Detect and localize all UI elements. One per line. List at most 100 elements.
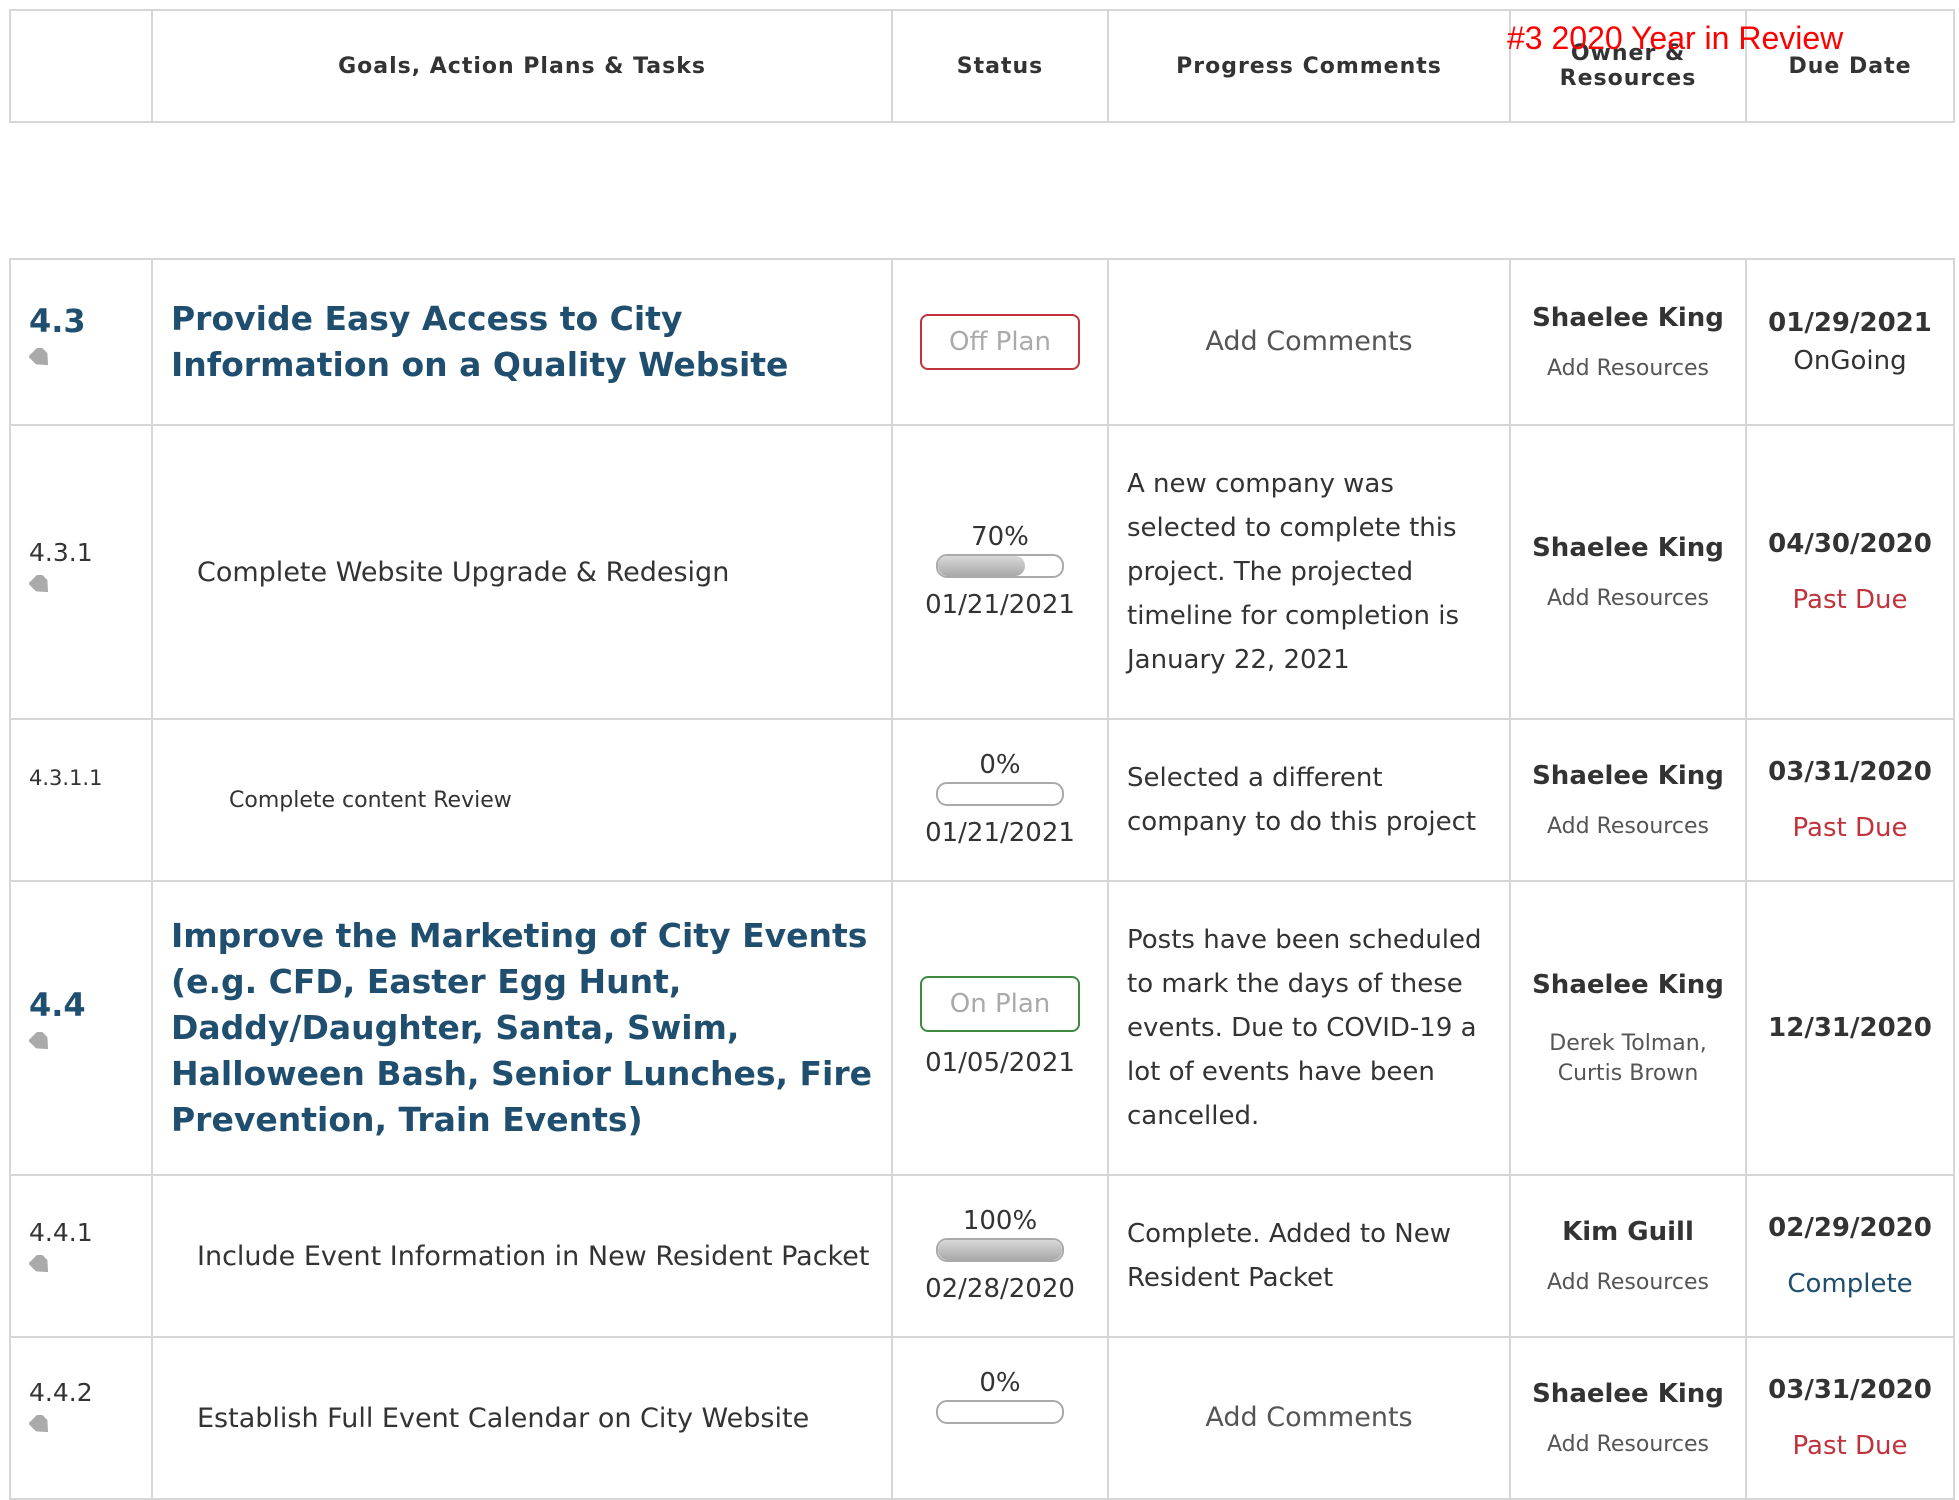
owner-cell: Shaelee King Add Resources — [1509, 718, 1747, 882]
tag-icon[interactable] — [29, 1032, 51, 1050]
add-resources-link[interactable]: Add Resources — [1511, 354, 1745, 384]
overlay-title: #3 2020 Year in Review — [1507, 20, 1844, 56]
item-number-cell: 4.3.1 — [9, 424, 153, 720]
add-resources-link[interactable]: Add Resources — [1511, 812, 1745, 842]
due-status: Past Due — [1792, 585, 1908, 615]
tag-icon[interactable] — [29, 1255, 51, 1273]
tag-icon[interactable] — [29, 575, 51, 593]
header-goals[interactable]: Goals, Action Plans & Tasks — [151, 9, 893, 123]
due-cell: 01/29/2021 OnGoing — [1745, 258, 1955, 426]
owner-name[interactable]: Shaelee King — [1511, 300, 1745, 336]
due-date[interactable]: 04/30/2020 — [1747, 526, 1953, 562]
status-cell: Off Plan — [891, 258, 1109, 426]
item-number: 4.4.2 — [29, 1378, 93, 1407]
progress-percent: 0% — [979, 1368, 1021, 1398]
progress-bar[interactable] — [936, 1400, 1064, 1424]
status-date: 01/05/2021 — [925, 1048, 1075, 1078]
owner-name[interactable]: Shaelee King — [1511, 967, 1745, 1003]
owner-cell: Shaelee King Derek Tolman, Curtis Brown — [1509, 880, 1747, 1176]
owner-name[interactable]: Shaelee King — [1511, 1376, 1745, 1412]
status-date: 01/21/2021 — [925, 818, 1075, 848]
progress-comment[interactable]: A new company was selected to complete t… — [1107, 424, 1511, 720]
resources-list[interactable]: Derek Tolman, Curtis Brown — [1511, 1029, 1745, 1089]
owner-cell: Shaelee King Add Resources — [1509, 258, 1747, 426]
item-number: 4.4 — [29, 986, 86, 1024]
status-cell: 0% — [891, 1336, 1109, 1500]
header-progress-comments[interactable]: Progress Comments — [1107, 9, 1511, 123]
task-title[interactable]: Include Event Information in New Residen… — [151, 1174, 893, 1338]
add-resources-link[interactable]: Add Resources — [1511, 1268, 1745, 1298]
add-resources-link[interactable]: Add Resources — [1511, 1430, 1745, 1460]
due-cell: 03/31/2020 Past Due — [1745, 718, 1955, 882]
status-date: 01/21/2021 — [925, 590, 1075, 620]
header-number-cell — [9, 9, 153, 123]
due-status: OnGoing — [1793, 346, 1907, 376]
due-status: Complete — [1787, 1269, 1913, 1299]
owner-name[interactable]: Shaelee King — [1511, 758, 1745, 794]
progress-comment[interactable]: Posts have been scheduled to mark the da… — [1107, 880, 1511, 1176]
due-date[interactable]: 03/31/2020 — [1747, 1372, 1953, 1408]
due-status: Past Due — [1792, 1431, 1908, 1461]
progress-fill — [938, 1240, 1062, 1260]
status-date: 02/28/2020 — [925, 1274, 1075, 1304]
progress-bar[interactable] — [936, 1238, 1064, 1262]
goal-row: 4.3 Provide Easy Access to City Informat… — [9, 258, 1955, 426]
due-cell: 02/29/2020 Complete — [1745, 1174, 1955, 1338]
item-number: 4.3.1.1 — [29, 766, 103, 790]
progress-comment[interactable]: Complete. Added to New Resident Packet — [1107, 1174, 1511, 1338]
due-date[interactable]: 01/29/2021 — [1747, 305, 1953, 341]
owner-cell: Shaelee King Add Resources — [1509, 424, 1747, 720]
tag-icon[interactable] — [29, 1415, 51, 1433]
goal-title[interactable]: Improve the Marketing of City Events (e.… — [151, 880, 893, 1176]
item-number-cell: 4.4.1 — [9, 1174, 153, 1338]
progress-percent: 70% — [971, 522, 1029, 552]
progress-comment[interactable]: Selected a different company to do this … — [1107, 718, 1511, 882]
due-cell: 03/31/2020 Past Due — [1745, 1336, 1955, 1500]
owner-cell: Kim Guill Add Resources — [1509, 1174, 1747, 1338]
due-cell: 04/30/2020 Past Due — [1745, 424, 1955, 720]
progress-percent: 100% — [962, 1206, 1038, 1236]
subtask-title[interactable]: Complete content Review — [151, 718, 893, 882]
due-cell: 12/31/2020 — [1745, 880, 1955, 1176]
header-owner-line2: Resources — [1559, 66, 1697, 91]
status-date-empty — [893, 1434, 1107, 1468]
goal-row: 4.4 Improve the Marketing of City Events… — [9, 880, 1955, 1176]
plan-table: 4.3 Provide Easy Access to City Informat… — [9, 258, 1955, 1500]
progress-percent: 0% — [979, 750, 1021, 780]
task-title[interactable]: Complete Website Upgrade & Redesign — [151, 424, 893, 720]
on-plan-badge[interactable]: On Plan — [920, 976, 1080, 1032]
off-plan-badge[interactable]: Off Plan — [920, 314, 1080, 370]
item-number: 4.4.1 — [29, 1218, 93, 1247]
add-comments-link[interactable]: Add Comments — [1107, 1336, 1511, 1500]
due-status: Past Due — [1792, 813, 1908, 843]
due-date[interactable]: 02/29/2020 — [1747, 1210, 1953, 1246]
status-cell: On Plan 01/05/2021 — [891, 880, 1109, 1176]
task-row: 4.4.1 Include Event Information in New R… — [9, 1174, 1955, 1338]
owner-name[interactable]: Kim Guill — [1511, 1214, 1745, 1250]
owner-name[interactable]: Shaelee King — [1511, 530, 1745, 566]
progress-fill — [938, 556, 1025, 576]
item-number-cell: 4.4 — [9, 880, 153, 1176]
add-comments-link[interactable]: Add Comments — [1107, 258, 1511, 426]
progress-bar[interactable] — [936, 554, 1064, 578]
goal-title[interactable]: Provide Easy Access to City Information … — [151, 258, 893, 426]
status-cell: 0% 01/21/2021 — [891, 718, 1109, 882]
item-number-cell: 4.3.1.1 — [9, 718, 153, 882]
tag-icon[interactable] — [29, 348, 51, 366]
task-row: 4.3.1 Complete Website Upgrade & Redesig… — [9, 424, 1955, 720]
task-row: 4.4.2 Establish Full Event Calendar on C… — [9, 1336, 1955, 1500]
status-cell: 70% 01/21/2021 — [891, 424, 1109, 720]
status-cell: 100% 02/28/2020 — [891, 1174, 1109, 1338]
item-number-cell: 4.4.2 — [9, 1336, 153, 1500]
item-number-cell: 4.3 — [9, 258, 153, 426]
due-date[interactable]: 12/31/2020 — [1747, 1010, 1953, 1046]
header-status[interactable]: Status — [891, 9, 1109, 123]
subtask-row: 4.3.1.1 Complete content Review 0% 01/21… — [9, 718, 1955, 882]
owner-cell: Shaelee King Add Resources — [1509, 1336, 1747, 1500]
item-number: 4.3.1 — [29, 538, 93, 567]
task-title[interactable]: Establish Full Event Calendar on City We… — [151, 1336, 893, 1500]
item-number: 4.3 — [29, 302, 86, 340]
progress-bar[interactable] — [936, 782, 1064, 806]
add-resources-link[interactable]: Add Resources — [1511, 584, 1745, 614]
due-date[interactable]: 03/31/2020 — [1747, 754, 1953, 790]
